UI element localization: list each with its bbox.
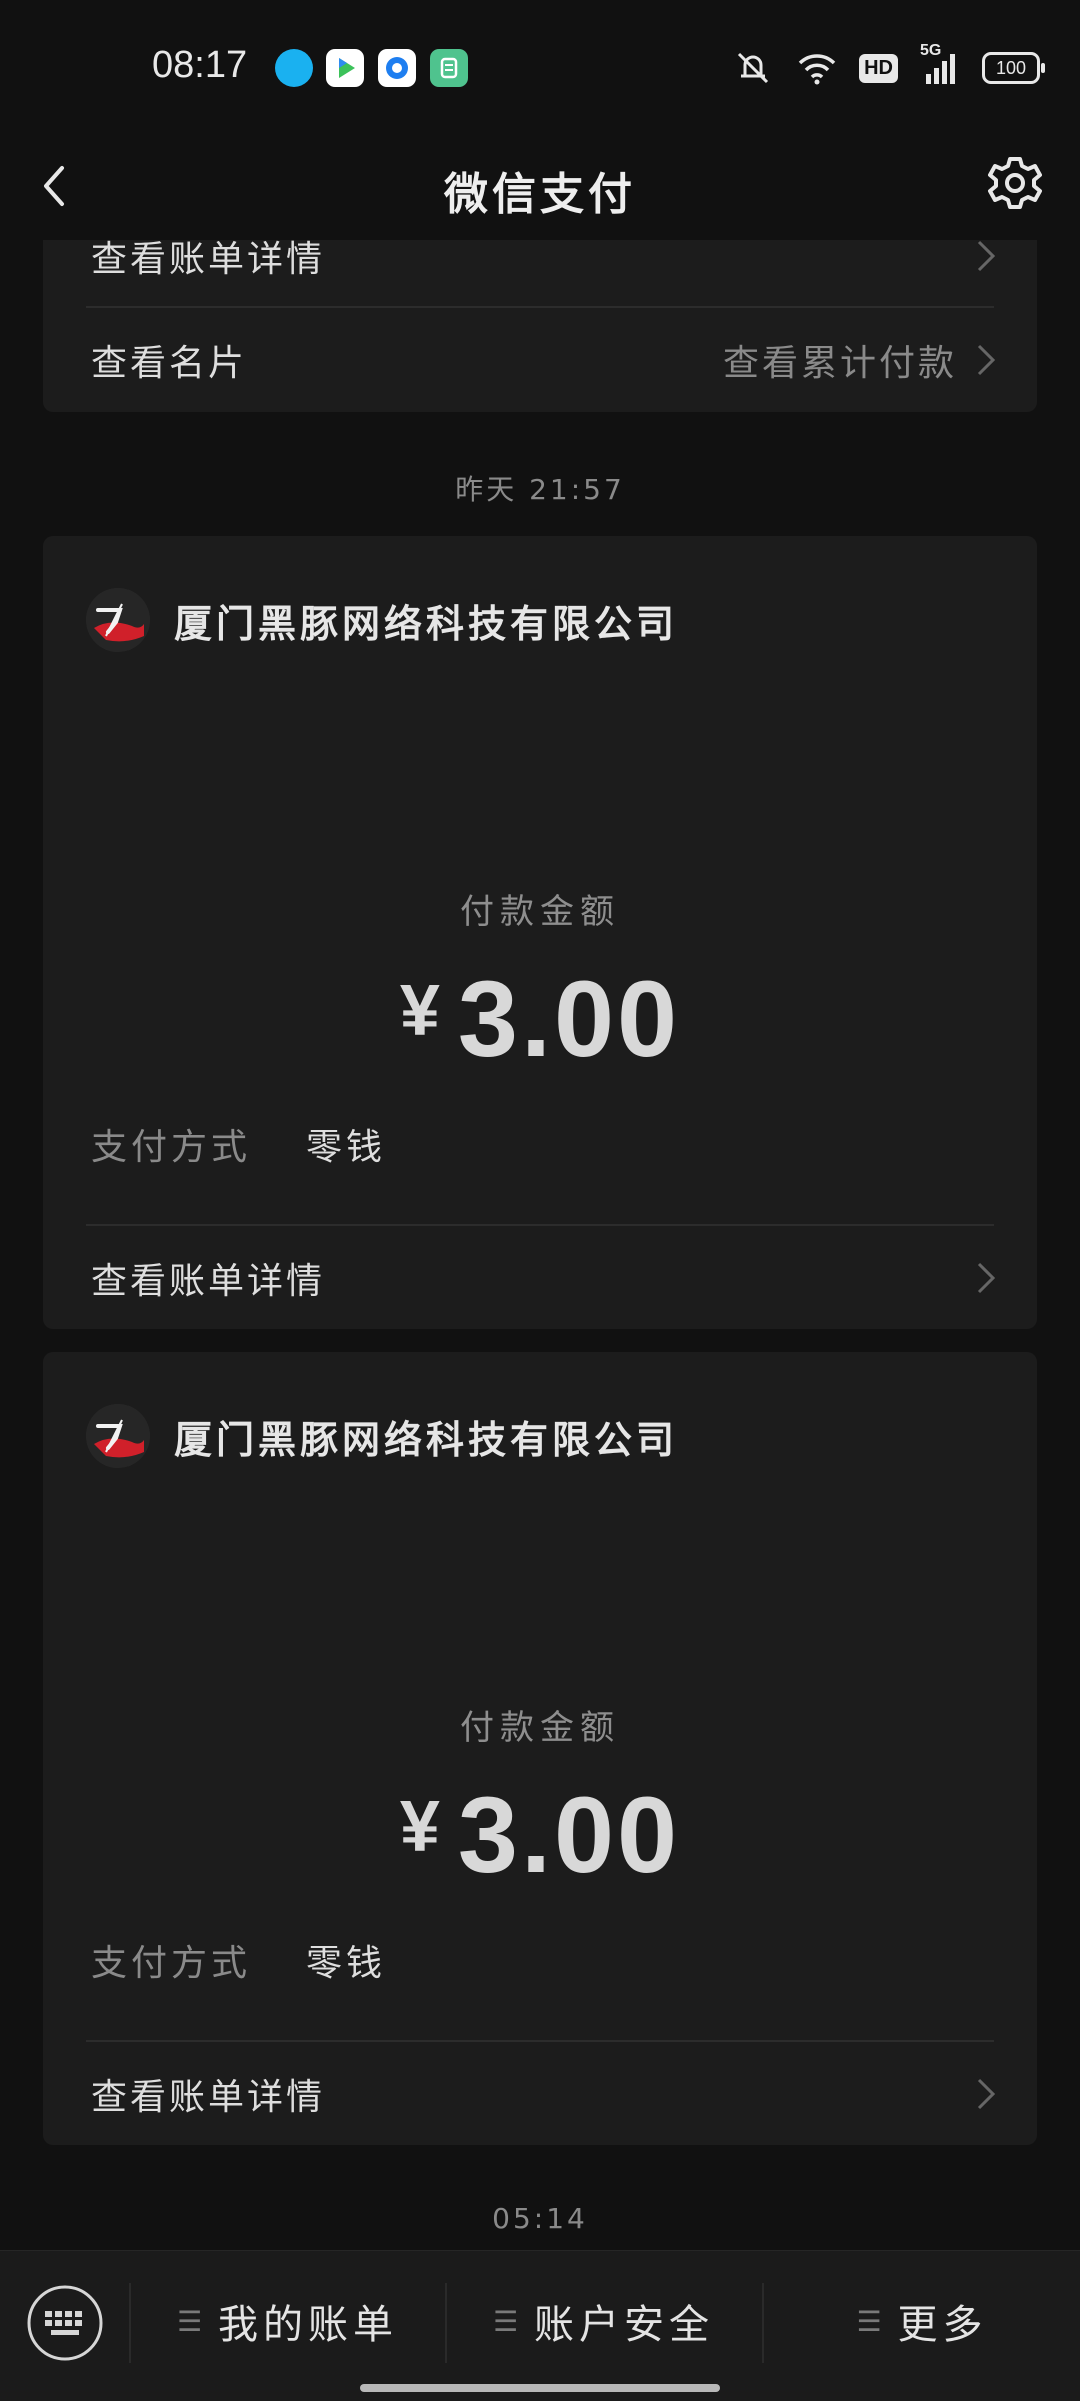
hd-badge: HD	[859, 53, 898, 83]
menu-more-label: 更多	[897, 2302, 988, 2348]
payment-amount: ¥3.00	[43, 1772, 1037, 1897]
chevron-right-icon	[977, 240, 996, 272]
amount-value: 3.00	[457, 958, 681, 1079]
amount-value: 3.00	[457, 1774, 681, 1895]
payment-method-value: 零钱	[306, 1943, 387, 1984]
menu-account-security-label: 账户安全	[534, 2302, 715, 2348]
payment-amount: ¥3.00	[43, 956, 1037, 1081]
merchant-logo	[86, 1404, 150, 1468]
view-card-label: 查看名片	[91, 343, 248, 384]
bottom-menu-bar: ☰ 我的账单 ☰ 账户安全 ☰ 更多	[0, 2250, 1080, 2401]
keyboard-toggle-button[interactable]	[25, 2283, 105, 2363]
chevron-right-icon	[977, 1262, 996, 1294]
video-icon	[326, 49, 364, 87]
view-bill-details-row[interactable]: 查看账单详情	[91, 1226, 997, 1330]
view-bill-details-row[interactable]: 查看账单详情	[91, 2042, 997, 2146]
menu-list-icon: ☰	[492, 2304, 519, 2338]
merchant-name: 厦门黑豚网络科技有限公司	[174, 1417, 679, 1462]
signal-icon: 5G	[920, 42, 960, 86]
green-app-icon	[430, 49, 468, 87]
message-timestamp: 05:14	[492, 2202, 588, 2235]
home-indicator[interactable]	[360, 2384, 720, 2392]
previous-payment-card: 查看账单详情 查看名片 查看累计付款	[43, 239, 1037, 412]
merchant-logo	[86, 588, 150, 652]
chevron-right-icon	[977, 2078, 996, 2110]
status-indicators: HD 5G 100	[731, 42, 1045, 88]
menu-more[interactable]: ☰ 更多	[764, 2279, 1080, 2363]
status-bar: 08:17 HD 5G 100	[0, 0, 1080, 136]
merchant-header: 厦门黑豚网络科技有限公司	[86, 588, 678, 652]
menu-list-icon: ☰	[176, 2304, 203, 2338]
menu-my-bills[interactable]: ☰ 我的账单	[131, 2279, 444, 2363]
payment-card: 厦门黑豚网络科技有限公司 付款金额 ¥3.00 支付方式 零钱 查看账单详情	[43, 536, 1037, 1329]
menu-list-icon: ☰	[856, 2304, 882, 2338]
mute-icon	[738, 52, 769, 84]
battery-icon: 100	[982, 52, 1045, 84]
keyboard-icon	[27, 2285, 103, 2361]
qq-icon	[275, 49, 313, 87]
payment-method-label: 支付方式	[91, 1943, 252, 1984]
battery-level: 100	[995, 57, 1027, 78]
merchant-header: 厦门黑豚网络科技有限公司	[86, 1404, 678, 1468]
chevron-right-icon	[977, 344, 996, 376]
merchant-name: 厦门黑豚网络科技有限公司	[174, 601, 679, 646]
wifi-icon	[798, 54, 836, 85]
payment-method: 支付方式 零钱	[91, 1118, 386, 1170]
amount-label: 付款金额	[460, 892, 620, 932]
currency-symbol: ¥	[399, 1787, 440, 1867]
payment-card: 厦门黑豚网络科技有限公司 付款金额 ¥3.00 支付方式 零钱 查看账单详情	[43, 1352, 1037, 2145]
menu-my-bills-label: 我的账单	[218, 2302, 399, 2348]
view-card-row[interactable]: 查看名片 查看累计付款	[91, 308, 997, 412]
menu-account-security[interactable]: ☰ 账户安全	[447, 2279, 760, 2363]
message-timestamp: 昨天 21:57	[455, 473, 625, 506]
payment-method-value: 零钱	[306, 1127, 387, 1168]
cumulative-payment-link[interactable]: 查看累计付款	[723, 334, 957, 386]
view-bill-details-label: 查看账单详情	[91, 2077, 326, 2118]
currency-symbol: ¥	[399, 971, 440, 1051]
payment-method: 支付方式 零钱	[91, 1934, 386, 1986]
view-bill-details-label: 查看账单详情	[91, 1261, 326, 1302]
view-bill-details-row[interactable]: 查看账单详情	[91, 204, 997, 308]
amount-label: 付款金额	[460, 1708, 620, 1748]
browser-icon	[378, 49, 416, 87]
status-time: 08:17	[152, 44, 248, 86]
view-bill-details-label: 查看账单详情	[91, 239, 326, 280]
payment-method-label: 支付方式	[91, 1127, 252, 1168]
